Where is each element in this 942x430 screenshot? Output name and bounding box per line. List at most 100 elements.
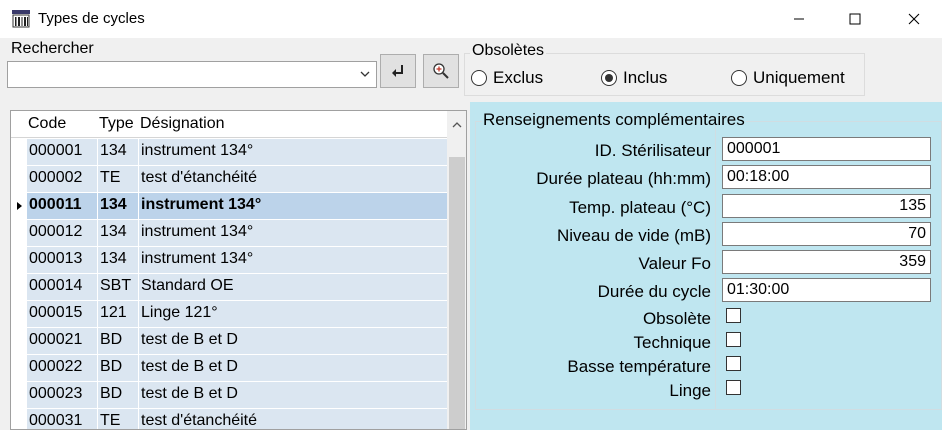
cell-type: 121 bbox=[98, 301, 138, 327]
cell-code: 000012 bbox=[27, 220, 97, 246]
column-header-type[interactable]: Type bbox=[99, 115, 134, 133]
title-bar: Types de cycles bbox=[0, 0, 942, 38]
field-label-niveau-vide: Niveau de vide (mB) bbox=[556, 226, 711, 245]
temp-plateau-field[interactable]: 135 bbox=[722, 194, 931, 218]
chevron-up-icon bbox=[452, 122, 462, 128]
row-indicator bbox=[11, 220, 27, 246]
row-indicator bbox=[11, 274, 27, 300]
table-row[interactable]: 000015 121 Linge 121° bbox=[11, 301, 447, 327]
cell-type: 134 bbox=[98, 193, 138, 219]
obsolete-checkbox[interactable] bbox=[726, 308, 741, 323]
technique-checkbox[interactable] bbox=[726, 332, 741, 347]
table-row[interactable]: 000012 134 instrument 134° bbox=[11, 220, 447, 246]
cell-code: 000011 bbox=[27, 193, 97, 219]
scroll-up-button[interactable] bbox=[447, 111, 466, 138]
column-header-code[interactable]: Code bbox=[28, 115, 66, 133]
radio-label: Uniquement bbox=[753, 68, 845, 87]
duree-cycle-field[interactable]: 01:30:00 bbox=[722, 278, 931, 302]
checkbox-label-technique: Technique bbox=[633, 333, 711, 352]
table-row-selected[interactable]: 000011 134 instrument 134° bbox=[11, 193, 447, 219]
cell-code: 000022 bbox=[27, 355, 97, 381]
basse-temperature-checkbox[interactable] bbox=[726, 356, 741, 371]
linge-checkbox[interactable] bbox=[726, 380, 741, 395]
cell-code: 000002 bbox=[27, 166, 97, 192]
cell-code: 000031 bbox=[27, 409, 97, 429]
barcode-app-icon bbox=[12, 10, 30, 28]
cell-type: TE bbox=[98, 409, 138, 429]
field-label-duree-plateau: Durée plateau (hh:mm) bbox=[536, 169, 711, 188]
zoom-button[interactable] bbox=[423, 54, 459, 88]
cell-designation: instrument 134° bbox=[139, 139, 447, 165]
niveau-vide-field[interactable]: 70 bbox=[722, 222, 931, 246]
row-indicator bbox=[11, 301, 27, 327]
grid-header: Code Type Désignation bbox=[11, 111, 447, 138]
maximize-icon bbox=[849, 13, 861, 25]
field-label-temp-plateau: Temp. plateau (°C) bbox=[569, 198, 711, 217]
close-icon bbox=[908, 13, 920, 25]
field-label-duree-cycle: Durée du cycle bbox=[597, 282, 711, 301]
cell-designation: Standard OE bbox=[139, 274, 447, 300]
table-row[interactable]: 000021 BD test de B et D bbox=[11, 328, 447, 354]
radio-button[interactable] bbox=[471, 70, 487, 86]
row-indicator bbox=[11, 409, 27, 429]
table-row[interactable]: 000014 SBT Standard OE bbox=[11, 274, 447, 300]
cell-type: 134 bbox=[98, 247, 138, 273]
table-row[interactable]: 000013 134 instrument 134° bbox=[11, 247, 447, 273]
cell-code: 000001 bbox=[27, 139, 97, 165]
row-indicator bbox=[11, 139, 27, 165]
cell-designation: test de B et D bbox=[139, 382, 447, 408]
checkbox-label-linge: Linge bbox=[669, 381, 711, 400]
radio-exclus[interactable]: Exclus bbox=[471, 68, 543, 88]
table-row[interactable]: 000022 BD test de B et D bbox=[11, 355, 447, 381]
search-label: Rechercher bbox=[11, 40, 94, 57]
cell-type: BD bbox=[98, 382, 138, 408]
details-panel: Renseignements complémentaires ID. Stéri… bbox=[470, 102, 942, 430]
cell-designation: test de B et D bbox=[139, 355, 447, 381]
search-combobox[interactable] bbox=[7, 61, 377, 88]
minimize-button[interactable] bbox=[771, 0, 827, 38]
radio-button[interactable] bbox=[601, 70, 617, 86]
radio-inclus[interactable]: Inclus bbox=[601, 68, 667, 88]
scroll-thumb[interactable] bbox=[449, 157, 465, 429]
table-row[interactable]: 000031 TE test d'étanchéité bbox=[11, 409, 447, 429]
cell-designation: test d'étanchéité bbox=[139, 409, 447, 429]
radio-button[interactable] bbox=[731, 70, 747, 86]
obsoletes-label: Obsolètes bbox=[470, 42, 547, 60]
radio-label: Exclus bbox=[493, 68, 544, 87]
maximize-button[interactable] bbox=[827, 0, 883, 38]
enter-button[interactable] bbox=[380, 54, 416, 88]
id-sterilisateur-field[interactable]: 000001 bbox=[722, 137, 931, 161]
search-input[interactable] bbox=[8, 62, 348, 87]
close-button[interactable] bbox=[886, 0, 942, 38]
row-indicator bbox=[11, 355, 27, 381]
current-row-arrow-icon bbox=[17, 202, 22, 210]
checkbox-label-basse-temperature: Basse température bbox=[567, 357, 711, 376]
cell-designation: Linge 121° bbox=[139, 301, 447, 327]
cycles-grid[interactable]: Code Type Désignation 000001 134 instrum… bbox=[10, 110, 467, 430]
field-label-valeur-fo: Valeur Fo bbox=[638, 254, 711, 273]
obsoletes-group: Obsolètes Exclus Inclus Uniquement bbox=[464, 42, 865, 96]
details-divider bbox=[715, 126, 716, 410]
cell-designation: instrument 134° bbox=[139, 247, 447, 273]
minimize-icon bbox=[794, 18, 804, 20]
row-indicator bbox=[11, 193, 27, 219]
table-row[interactable]: 000023 BD test de B et D bbox=[11, 382, 447, 408]
chevron-down-icon[interactable] bbox=[360, 70, 370, 78]
cell-type: TE bbox=[98, 166, 138, 192]
zoom-in-icon bbox=[433, 63, 449, 79]
valeur-fo-field[interactable]: 359 bbox=[722, 250, 931, 274]
cell-code: 000014 bbox=[27, 274, 97, 300]
radio-uniquement[interactable]: Uniquement bbox=[731, 68, 845, 88]
column-header-designation[interactable]: Désignation bbox=[140, 115, 225, 133]
cell-type: BD bbox=[98, 328, 138, 354]
details-title: Renseignements complémentaires bbox=[482, 110, 746, 130]
vertical-scrollbar[interactable] bbox=[447, 111, 466, 429]
duree-plateau-field[interactable]: 00:18:00 bbox=[722, 165, 931, 189]
table-row[interactable]: 000001 134 instrument 134° bbox=[11, 139, 447, 165]
row-indicator bbox=[11, 328, 27, 354]
window-title: Types de cycles bbox=[38, 10, 145, 27]
cell-type: SBT bbox=[98, 274, 138, 300]
row-indicator bbox=[11, 166, 27, 192]
table-row[interactable]: 000002 TE test d'étanchéité bbox=[11, 166, 447, 192]
cell-type: 134 bbox=[98, 220, 138, 246]
